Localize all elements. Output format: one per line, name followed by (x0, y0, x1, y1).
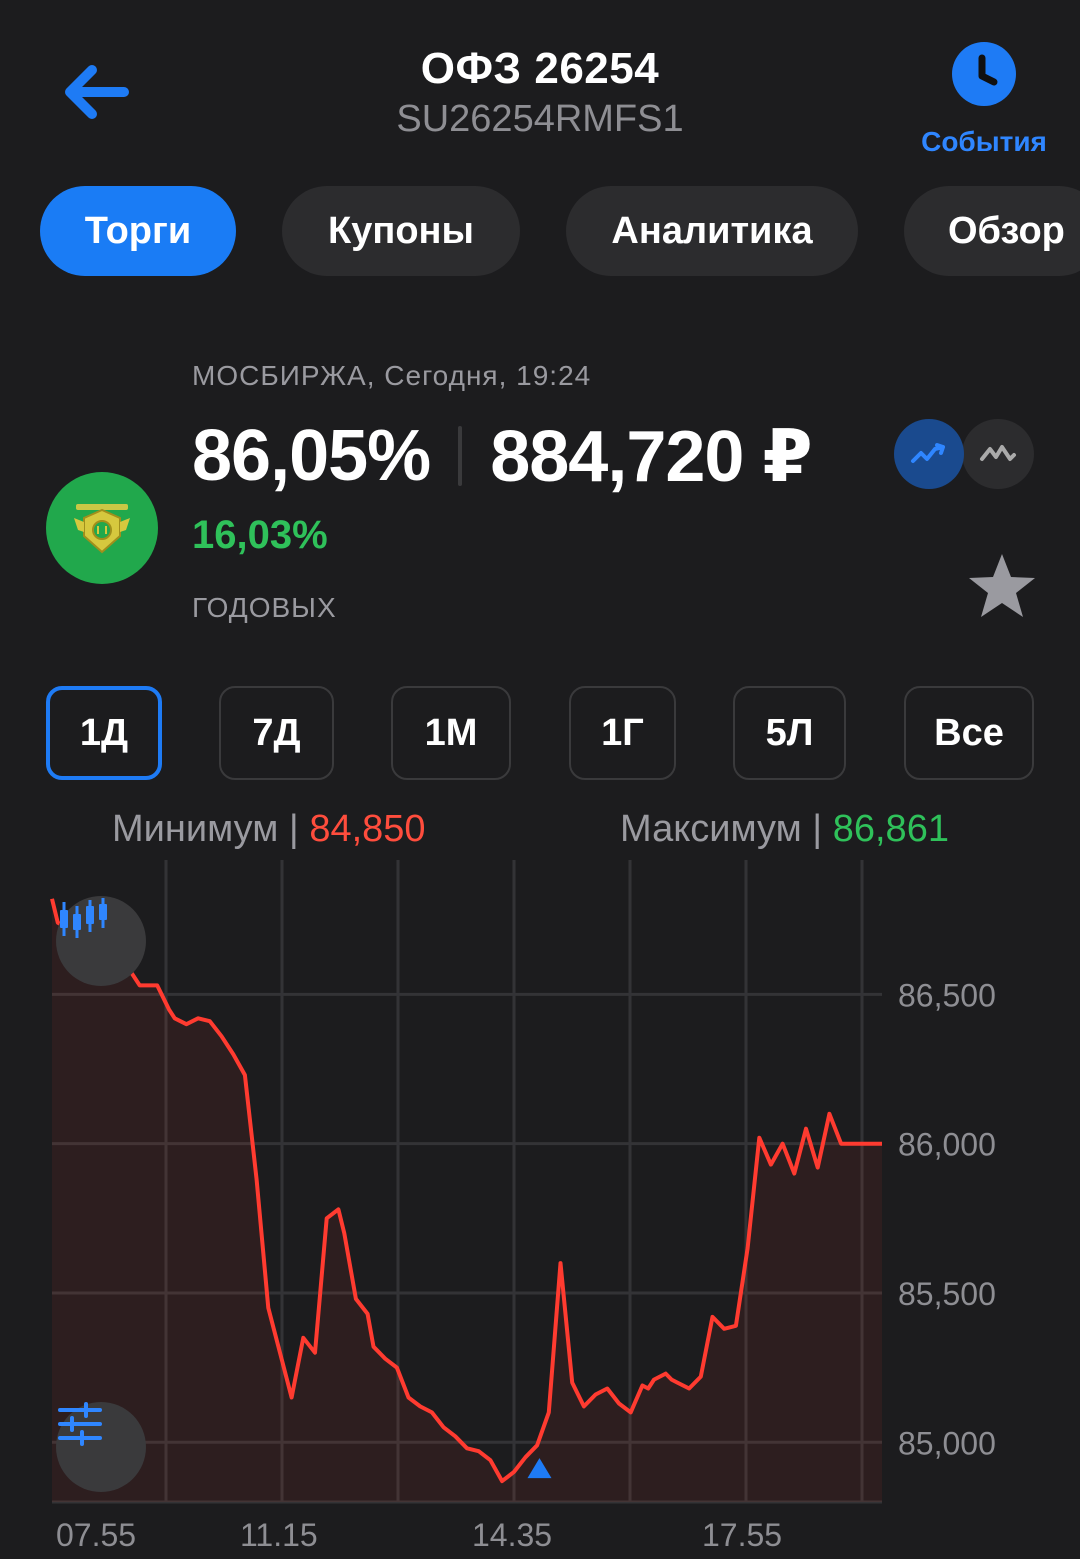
x-tick-label: 17.55 (702, 1517, 782, 1553)
period-7d[interactable]: 7Д (219, 686, 334, 780)
events-label: События (921, 126, 1047, 157)
max-value: 86,861 (832, 808, 949, 850)
chart-mode-toggle-secondary[interactable] (962, 419, 1034, 489)
candlestick-toggle-button[interactable] (56, 896, 146, 986)
yield-value: 16,03% (192, 513, 328, 557)
min-value: 84,850 (309, 808, 426, 850)
y-tick-label: 85,000 (898, 1425, 996, 1461)
period-1d[interactable]: 1Д (46, 686, 162, 780)
max-label: Максимум | (620, 808, 823, 850)
period-1y[interactable]: 1Г (569, 686, 676, 780)
header: ОФЗ 26254 SU26254RMFS1 События (0, 0, 1080, 170)
trend-down-icon (980, 445, 1016, 461)
tab-coupons[interactable]: Купоны (282, 186, 520, 276)
x-tick-label: 07.55 (56, 1517, 136, 1553)
issuer-logo (46, 472, 158, 584)
y-tick-label: 86,000 (898, 1127, 996, 1163)
y-tick-label: 86,500 (898, 977, 996, 1013)
sliders-icon (58, 1402, 102, 1446)
x-tick-label: 14.35 (472, 1517, 552, 1553)
period-5y[interactable]: 5Л (733, 686, 846, 780)
exchange-timestamp: МОСБИРЖА, Сегодня, 19:24 (192, 360, 592, 391)
tab-analytics[interactable]: Аналитика (566, 186, 858, 276)
tab-overview[interactable]: Обзор (904, 186, 1080, 276)
max-block: Максимум | 86,861 (620, 808, 949, 851)
price-divider (458, 425, 463, 486)
price-chart-svg: 86,500 86,000 85,500 85,000 07.55 11.15 14.35 1… (50, 860, 996, 1553)
period-all[interactable]: Все (904, 686, 1034, 780)
price-chart[interactable]: 86,500 86,000 85,500 85,000 07.55 11.15 14.35 1… (0, 860, 1080, 1559)
yield-label: ГОДОВЫХ (192, 592, 337, 623)
favorite-star-icon[interactable] (966, 550, 1038, 622)
min-label: Минимум | (112, 808, 299, 850)
x-tick-label: 11.15 (240, 1517, 318, 1553)
trend-up-icon (911, 443, 945, 463)
price-rub: 884,720 ₽ (490, 416, 812, 497)
period-selector: 1Д 7Д 1М 1Г 5Л Все (0, 686, 1080, 782)
y-tick-label: 85,500 (898, 1276, 996, 1312)
min-max-row: Минимум | 84,850 Максимум | 86,861 (0, 808, 1080, 858)
period-1m[interactable]: 1М (391, 686, 511, 780)
min-block: Минимум | 84,850 (112, 808, 426, 851)
tab-trading[interactable]: Торги (40, 186, 236, 276)
tab-bar: Торги Купоны Аналитика Обзор (38, 186, 1080, 278)
chart-settings-button[interactable] (56, 1402, 146, 1492)
series-area (52, 898, 882, 1502)
price-percent: 86,05% (192, 415, 431, 496)
coat-of-arms-icon (74, 504, 130, 554)
events-button[interactable]: События (914, 38, 1054, 163)
candlestick-icon (60, 898, 107, 938)
chart-mode-toggle-primary[interactable] (894, 419, 964, 489)
price-row: 86,05% 884,720 ₽ (192, 408, 813, 503)
clock-icon (952, 42, 1016, 106)
